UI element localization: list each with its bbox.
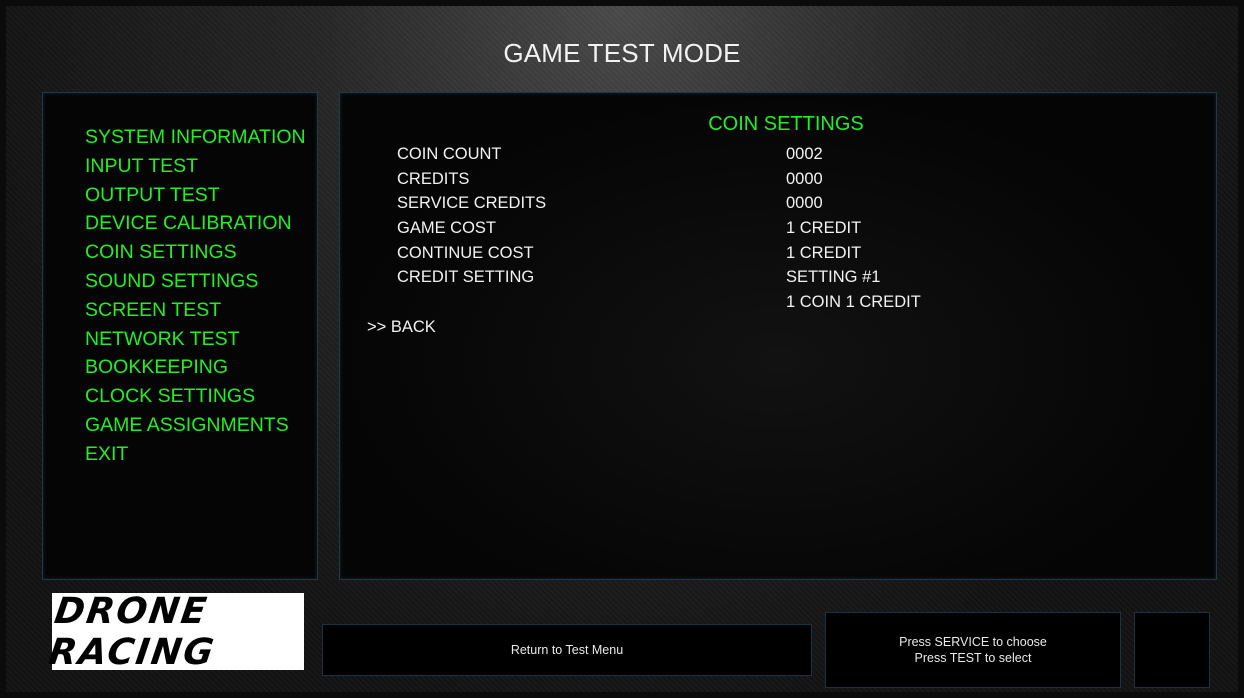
setting-value: 1 COIN 1 CREDIT — [786, 293, 921, 311]
setting-label: SERVICE CREDITS — [397, 194, 547, 212]
empty-status-box — [1134, 612, 1210, 688]
hint-service: Press SERVICE to choose — [899, 635, 1047, 649]
setting-value: 1 CREDIT — [786, 219, 862, 237]
logo-text: DRONE RACING — [46, 590, 218, 673]
setting-value: 0000 — [786, 170, 823, 188]
menu-item-clock-settings[interactable]: CLOCK SETTINGS — [85, 382, 306, 411]
setting-value: 1 CREDIT — [786, 244, 862, 262]
back-button[interactable]: >> BACK — [367, 318, 436, 337]
setting-label: COIN COUNT — [397, 145, 502, 163]
controls-hint-panel: Press SERVICE to choose Press TEST to se… — [825, 612, 1121, 688]
test-menu: SYSTEM INFORMATION INPUT TEST OUTPUT TES… — [85, 123, 306, 469]
setting-label: CREDITS — [397, 170, 470, 188]
drone-racing-logo: DRONE RACING — [46, 591, 304, 673]
page-title: GAME TEST MODE — [503, 38, 741, 68]
setting-value: 0002 — [786, 145, 823, 163]
hint-test: Press TEST to select — [914, 651, 1032, 665]
test-menu-panel: SYSTEM INFORMATION INPUT TEST OUTPUT TES… — [42, 92, 318, 580]
setting-value: 0000 — [786, 194, 823, 212]
menu-item-system-information[interactable]: SYSTEM INFORMATION — [85, 123, 306, 152]
menu-item-bookkeeping[interactable]: BOOKKEEPING — [85, 353, 306, 382]
menu-item-screen-test[interactable]: SCREEN TEST — [85, 296, 306, 325]
menu-item-input-test[interactable]: INPUT TEST — [85, 152, 306, 181]
menu-item-network-test[interactable]: NETWORK TEST — [85, 325, 306, 354]
setting-label: GAME COST — [397, 219, 497, 237]
setting-value: SETTING #1 — [786, 268, 881, 286]
setting-label: CREDIT SETTING — [397, 268, 535, 286]
section-title: COIN SETTINGS — [708, 113, 864, 135]
menu-item-exit[interactable]: EXIT — [85, 440, 306, 469]
coin-settings-panel: COIN SETTINGS COIN COUNT 0002 CREDITS 00… — [339, 92, 1217, 580]
menu-item-output-test[interactable]: OUTPUT TEST — [85, 181, 306, 210]
menu-item-game-assignments[interactable]: GAME ASSIGNMENTS — [85, 411, 306, 440]
return-label: Return to Test Menu — [510, 643, 624, 657]
menu-item-sound-settings[interactable]: SOUND SETTINGS — [85, 267, 306, 296]
menu-item-coin-settings[interactable]: COIN SETTINGS — [85, 238, 306, 267]
setting-label: CONTINUE COST — [397, 244, 534, 262]
return-to-test-menu-button[interactable]: Return to Test Menu — [322, 624, 812, 676]
menu-item-device-calibration[interactable]: DEVICE CALIBRATION — [85, 209, 306, 238]
